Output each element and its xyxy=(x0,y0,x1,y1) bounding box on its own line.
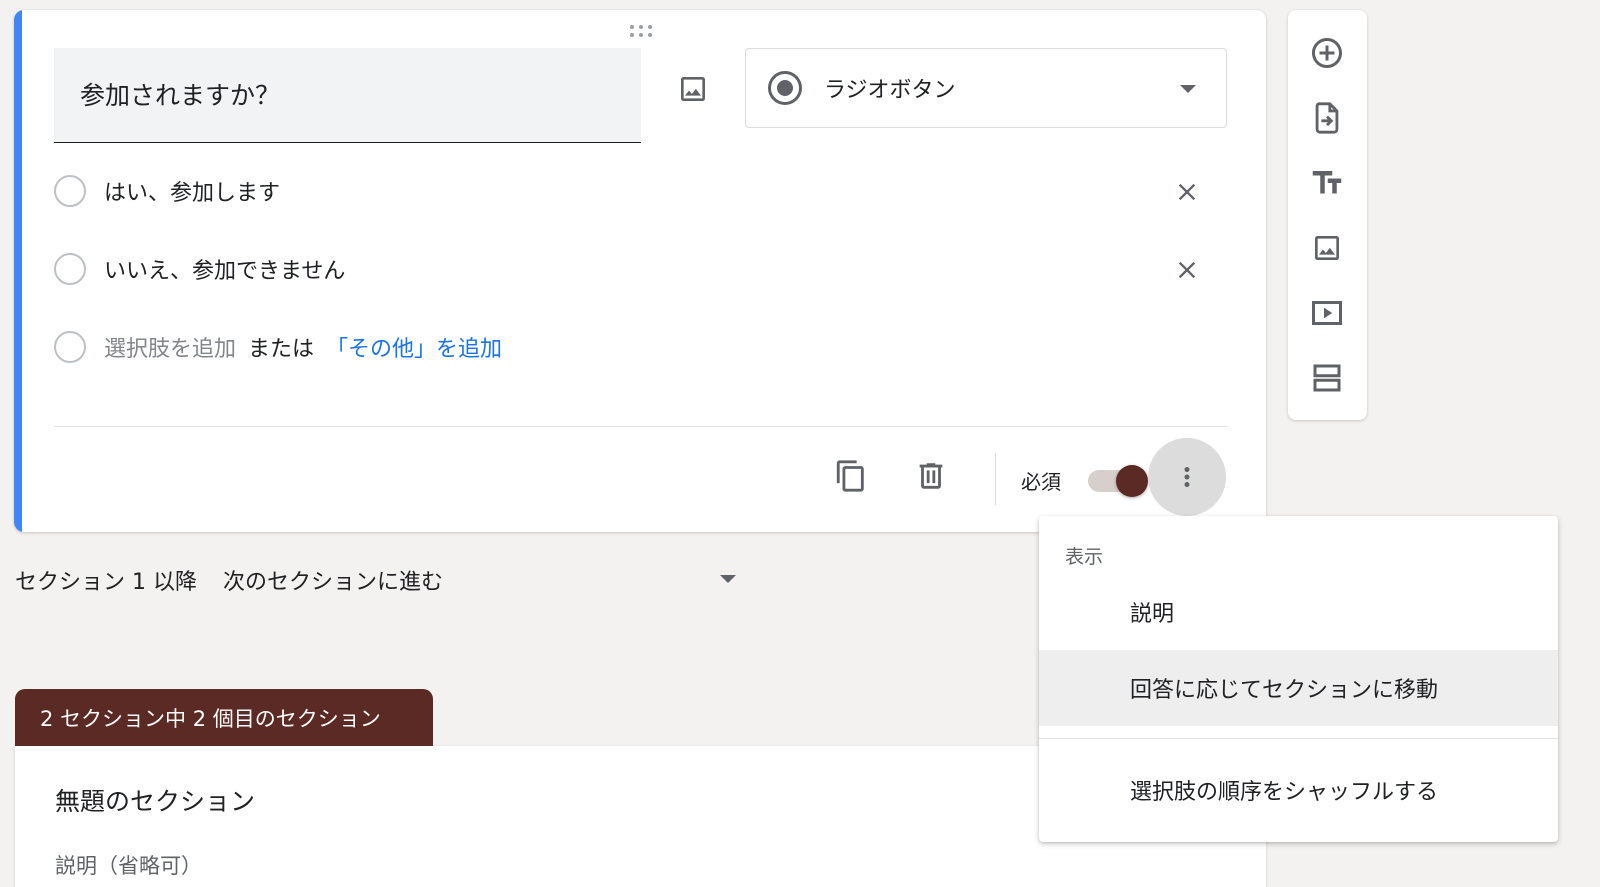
add-option-row: 選択肢を追加 または 「その他」を追加 xyxy=(54,325,502,369)
more-vert-icon xyxy=(1184,467,1190,487)
radio-circle-icon xyxy=(54,331,86,363)
import-questions-button[interactable] xyxy=(1304,95,1350,141)
close-icon xyxy=(1178,183,1196,201)
footer-separator xyxy=(995,453,996,505)
side-toolbar xyxy=(1288,10,1367,420)
card-accent-bar xyxy=(14,10,22,532)
delete-button[interactable] xyxy=(908,453,954,499)
after-section-control[interactable]: セクション 1 以降 次のセクションに進む xyxy=(15,564,443,596)
import-questions-icon xyxy=(1315,102,1339,134)
remove-option-button[interactable] xyxy=(1164,169,1210,215)
question-type-label: ラジオボタン xyxy=(824,78,956,103)
add-video-icon xyxy=(1312,301,1342,325)
trash-icon xyxy=(919,463,943,489)
menu-item-go-to-section[interactable]: 回答に応じてセクションに移動 xyxy=(1039,650,1558,726)
add-title-button[interactable] xyxy=(1304,160,1350,206)
after-section-select[interactable]: 次のセクションに進む xyxy=(223,564,443,596)
add-title-icon xyxy=(1312,171,1342,194)
menu-item-description[interactable]: 説明 xyxy=(1039,574,1558,650)
menu-divider xyxy=(1039,738,1558,739)
after-section-prefix: セクション 1 以降 xyxy=(15,570,197,595)
option-label[interactable]: いいえ、参加できません xyxy=(104,253,345,285)
add-image-tool-button[interactable] xyxy=(1304,225,1350,271)
add-image-button[interactable] xyxy=(670,66,716,112)
question-title-input[interactable]: 参加されますか？ xyxy=(54,48,641,143)
add-image-icon xyxy=(1315,236,1339,260)
duplicate-button[interactable] xyxy=(828,453,874,499)
question-type-dropdown[interactable]: ラジオボタン xyxy=(745,48,1227,128)
more-options-button[interactable] xyxy=(1148,438,1226,516)
add-question-button[interactable] xyxy=(1304,30,1350,76)
add-question-icon xyxy=(1312,38,1342,68)
section-description-input[interactable]: 説明（省略可） xyxy=(55,850,202,880)
more-options-menu: 表示 説明 回答に応じてセクションに移動 選択肢の順序をシャッフルする xyxy=(1039,516,1558,842)
menu-header: 表示 xyxy=(1065,546,1104,568)
add-video-button[interactable] xyxy=(1304,290,1350,336)
add-section-icon xyxy=(1313,364,1341,392)
or-text: または xyxy=(248,337,315,362)
option-row[interactable]: いいえ、参加できません xyxy=(54,247,345,291)
after-section-arrow-icon[interactable] xyxy=(720,575,736,583)
section-title-input[interactable]: 無題のセクション xyxy=(55,782,255,818)
section-header-tab: 2 セクション中 2 個目のセクション xyxy=(15,689,433,746)
option-row[interactable]: はい、参加します xyxy=(54,169,280,213)
radio-button-icon xyxy=(768,71,802,105)
required-label: 必須 xyxy=(1021,470,1061,494)
radio-circle-icon xyxy=(54,175,86,207)
add-option-link[interactable]: 選択肢を追加 xyxy=(104,331,236,363)
radio-circle-icon xyxy=(54,253,86,285)
required-toggle[interactable] xyxy=(1088,465,1150,497)
dropdown-arrow-icon xyxy=(1180,85,1196,93)
copy-icon xyxy=(836,460,864,492)
remove-option-button[interactable] xyxy=(1164,247,1210,293)
card-divider xyxy=(54,426,1227,427)
menu-item-shuffle-options[interactable]: 選択肢の順序をシャッフルする xyxy=(1039,752,1558,828)
image-icon xyxy=(681,77,705,101)
option-label[interactable]: はい、参加します xyxy=(104,175,280,207)
add-section-button[interactable] xyxy=(1304,355,1350,401)
question-card[interactable]: 参加されますか？ ラジオボタン はい、参加します いいえ、参加できません 選択肢… xyxy=(14,10,1266,532)
toggle-knob xyxy=(1116,465,1148,497)
add-other-link[interactable]: 「その他」を追加 xyxy=(326,331,502,363)
drag-handle-icon[interactable] xyxy=(627,23,655,39)
close-icon xyxy=(1178,261,1196,279)
